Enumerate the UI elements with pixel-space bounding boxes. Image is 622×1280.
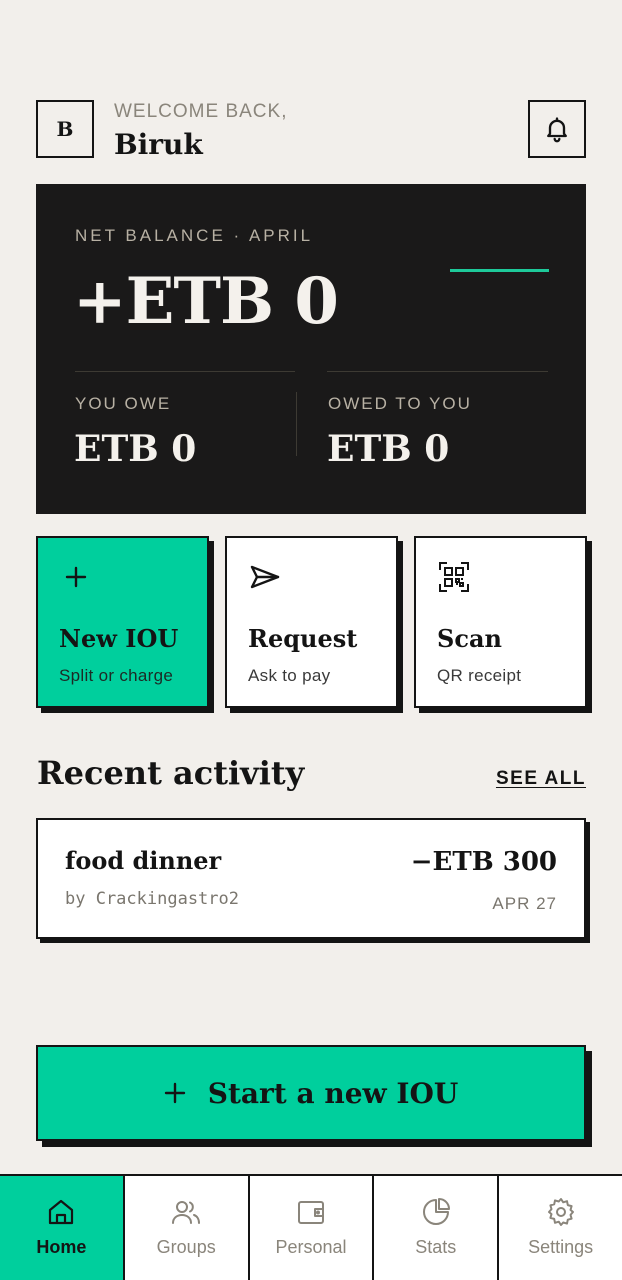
net-balance-amount: +ETB 0 <box>73 264 339 339</box>
nav-label: Home <box>36 1237 87 1257</box>
bottom-nav: Home Groups Personal Stats Settings <box>0 1174 622 1280</box>
tile-title: New IOU <box>59 624 179 653</box>
start-new-iou-button[interactable]: Start a new IOU <box>36 1045 586 1141</box>
nav-label: Settings <box>528 1237 594 1257</box>
see-all-link[interactable]: SEE ALL <box>496 768 586 790</box>
nav-label: Personal <box>275 1237 347 1257</box>
welcome-text: WELCOME BACK, <box>114 101 288 122</box>
activity-item[interactable]: food dinner by Crackingastro2 −ETB 300 A… <box>36 818 586 939</box>
users-icon <box>172 1201 201 1224</box>
plus-icon <box>164 1082 185 1104</box>
new-iou-tile[interactable]: New IOU Split or charge <box>36 536 209 708</box>
tile-title: Request <box>248 624 358 653</box>
nav-item-stats[interactable]: Stats <box>374 1176 500 1280</box>
balance-card: NET BALANCE · APRIL +ETB 0 YOU OWE ETB 0… <box>36 184 586 514</box>
owed-to-you-amount: ETB 0 <box>327 428 450 470</box>
cta-label: Start a new IOU <box>207 1076 459 1110</box>
divider <box>75 371 295 372</box>
qr-code-icon <box>439 562 469 592</box>
wallet-icon <box>297 1201 324 1224</box>
tile-subtitle: Split or charge <box>59 666 174 685</box>
you-owe-amount: ETB 0 <box>74 428 197 470</box>
accent-line <box>450 269 549 272</box>
recent-activity-heading: Recent activity <box>37 754 305 792</box>
avatar-initial: B <box>56 117 74 141</box>
pie-chart-icon <box>422 1198 450 1225</box>
activity-author: by Crackingastro2 <box>65 889 239 909</box>
bell-icon <box>547 117 567 143</box>
activity-title: food dinner <box>65 846 222 875</box>
send-icon <box>250 565 280 589</box>
nav-item-personal[interactable]: Personal <box>250 1176 375 1280</box>
nav-item-home[interactable]: Home <box>0 1176 125 1280</box>
tile-title: Scan <box>437 624 502 653</box>
nav-item-groups[interactable]: Groups <box>125 1176 250 1280</box>
you-owe-label: YOU OWE <box>75 394 172 413</box>
request-tile[interactable]: Request Ask to pay <box>225 536 398 708</box>
notifications-button[interactable] <box>528 100 586 158</box>
gear-icon <box>547 1198 574 1226</box>
vertical-divider <box>296 392 297 456</box>
username: Biruk <box>114 128 203 161</box>
net-balance-label: NET BALANCE · APRIL <box>75 226 314 245</box>
avatar[interactable]: B <box>36 100 94 158</box>
tile-subtitle: Ask to pay <box>248 666 331 685</box>
home-icon <box>49 1199 74 1225</box>
activity-date: APR 27 <box>492 894 557 913</box>
plus-icon <box>65 566 87 588</box>
owed-to-you-label: OWED TO YOU <box>328 394 472 413</box>
divider <box>327 371 548 372</box>
nav-item-settings[interactable]: Settings <box>499 1176 622 1280</box>
activity-amount: −ETB 300 <box>410 847 557 877</box>
tile-subtitle: QR receipt <box>437 666 522 685</box>
nav-label: Stats <box>415 1237 457 1257</box>
scan-tile[interactable]: Scan QR receipt <box>414 536 587 708</box>
nav-label: Groups <box>156 1237 216 1257</box>
